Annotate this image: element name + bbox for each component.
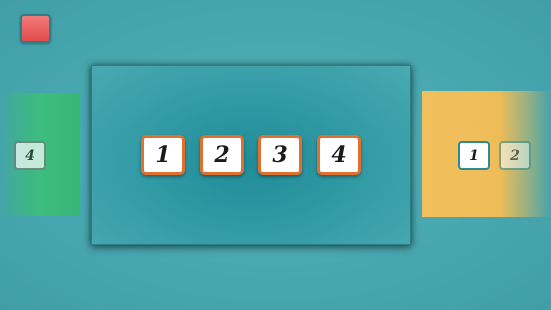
menu-button[interactable]	[20, 14, 51, 43]
level-number: 1	[469, 147, 479, 164]
level-button-2[interactable]: 2	[200, 135, 244, 175]
level-number: 4	[331, 142, 347, 168]
level-number: 3	[272, 142, 288, 168]
level-button-4[interactable]: 4	[317, 135, 361, 175]
world-panel-current[interactable]	[91, 65, 411, 245]
level-button-next-1[interactable]: 1	[458, 141, 490, 170]
level-button-1[interactable]: 1	[141, 135, 185, 175]
level-number: 2	[214, 142, 230, 168]
level-button-3[interactable]: 3	[258, 135, 302, 175]
level-number: 1	[155, 142, 171, 168]
level-button-prev-4[interactable]: 4	[14, 141, 46, 170]
level-number: 2	[510, 147, 520, 164]
level-button-next-2[interactable]: 2	[499, 141, 531, 170]
level-number: 4	[25, 147, 35, 164]
